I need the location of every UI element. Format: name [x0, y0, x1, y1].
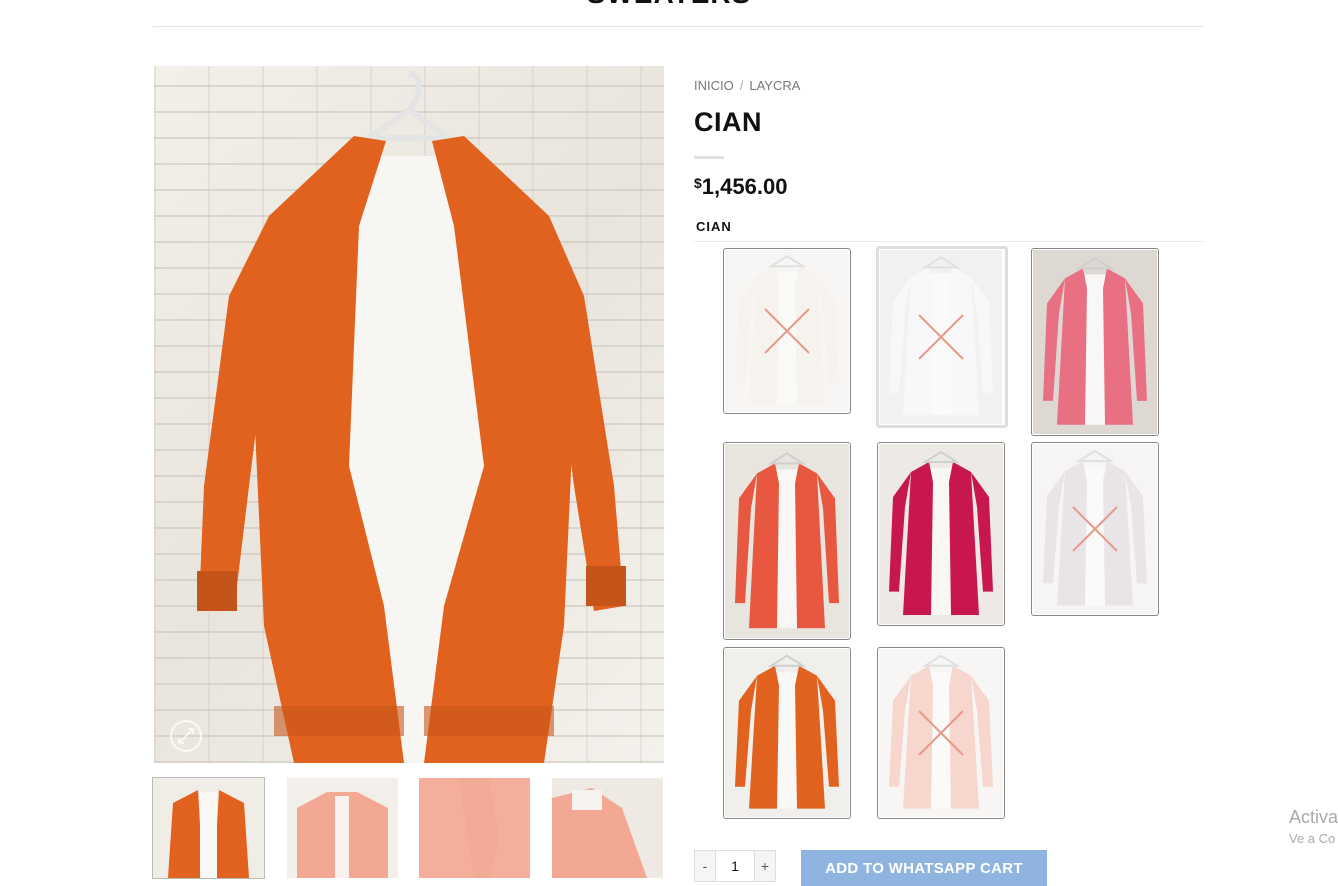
quantity-decrease-button[interactable]: - [694, 850, 716, 882]
currency-symbol: $ [694, 175, 702, 191]
thumbnail-strip [152, 777, 665, 879]
swatch-option[interactable] [877, 647, 1005, 819]
swatch-option[interactable] [723, 248, 851, 414]
attribute-label: CIAN [696, 219, 732, 234]
quantity-increase-button[interactable]: + [754, 850, 776, 882]
attribute-divider [694, 241, 1204, 242]
thumbnail-2[interactable] [287, 778, 398, 878]
main-product-image[interactable] [154, 66, 664, 763]
quantity-input[interactable]: 1 [716, 850, 754, 882]
cardigan-illustration [197, 71, 626, 763]
swatch-option[interactable] [723, 442, 851, 640]
thumbnail-1[interactable] [152, 777, 265, 879]
swatch-option[interactable] [1031, 442, 1159, 616]
product-price: $1,456.00 [694, 174, 787, 200]
quantity-stepper: - 1 + [694, 850, 776, 882]
watermark-line-2: Ve a Co [1289, 831, 1336, 846]
product-title: CIAN [694, 107, 762, 137]
windows-activation-watermark: Activa Ve a Co [1289, 806, 1338, 850]
price-amount: 1,456.00 [701, 174, 788, 199]
breadcrumb: INICIO / LAYCRA [694, 78, 800, 93]
add-to-whatsapp-cart-button[interactable]: ADD TO WHATSAPP CART [801, 850, 1047, 886]
watermark-line-1: Activa [1289, 807, 1338, 827]
category-title: SWEATERS [0, 0, 1338, 10]
zoom-icon[interactable] [168, 718, 204, 754]
swatch-option-selected[interactable] [876, 246, 1008, 428]
header-divider [153, 26, 1204, 27]
breadcrumb-separator: / [739, 78, 744, 93]
thumbnail-3[interactable] [419, 778, 530, 878]
swatch-option[interactable] [877, 442, 1005, 626]
thumbnail-4[interactable] [552, 778, 663, 878]
swatch-option[interactable] [1031, 248, 1159, 436]
breadcrumb-home-link[interactable]: INICIO [694, 78, 734, 93]
title-divider [694, 156, 724, 159]
breadcrumb-category-link[interactable]: LAYCRA [749, 78, 800, 93]
swatch-option[interactable] [723, 647, 851, 819]
